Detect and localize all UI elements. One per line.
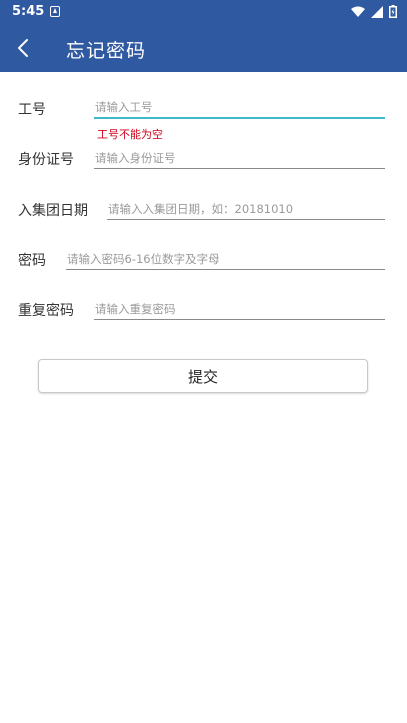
join-date-row: 入集团日期: [0, 193, 407, 233]
id-number-input[interactable]: [94, 147, 385, 169]
back-button[interactable]: [10, 34, 38, 62]
wifi-icon: [351, 6, 365, 17]
id-number-label: 身份证号: [18, 152, 74, 168]
join-date-input[interactable]: [107, 198, 385, 220]
status-time: 5:45: [12, 4, 45, 19]
submit-button[interactable]: 提交: [38, 359, 368, 393]
chevron-left-icon: [18, 39, 28, 57]
employee-id-row: 工号: [0, 92, 407, 132]
password-label: 密码: [18, 253, 46, 269]
confirm-password-row: 重复密码: [0, 293, 407, 333]
join-date-label: 入集团日期: [18, 203, 88, 219]
status-icons: [351, 5, 397, 18]
confirm-password-label: 重复密码: [18, 303, 74, 319]
password-input[interactable]: [66, 248, 385, 270]
employee-id-label: 工号: [18, 102, 46, 118]
battery-icon: [389, 5, 397, 18]
confirm-password-input[interactable]: [94, 298, 385, 320]
employee-id-error: 工号不能为空: [97, 128, 163, 141]
signal-icon: [371, 5, 383, 18]
app-bar: 忘记密码: [0, 24, 407, 72]
notification-icon: [50, 6, 60, 17]
employee-id-input[interactable]: [94, 97, 385, 119]
page-title: 忘记密码: [66, 40, 147, 62]
password-row: 密码: [0, 243, 407, 283]
status-bar: 5:45: [0, 0, 407, 24]
id-number-row: 身份证号: [0, 142, 407, 182]
